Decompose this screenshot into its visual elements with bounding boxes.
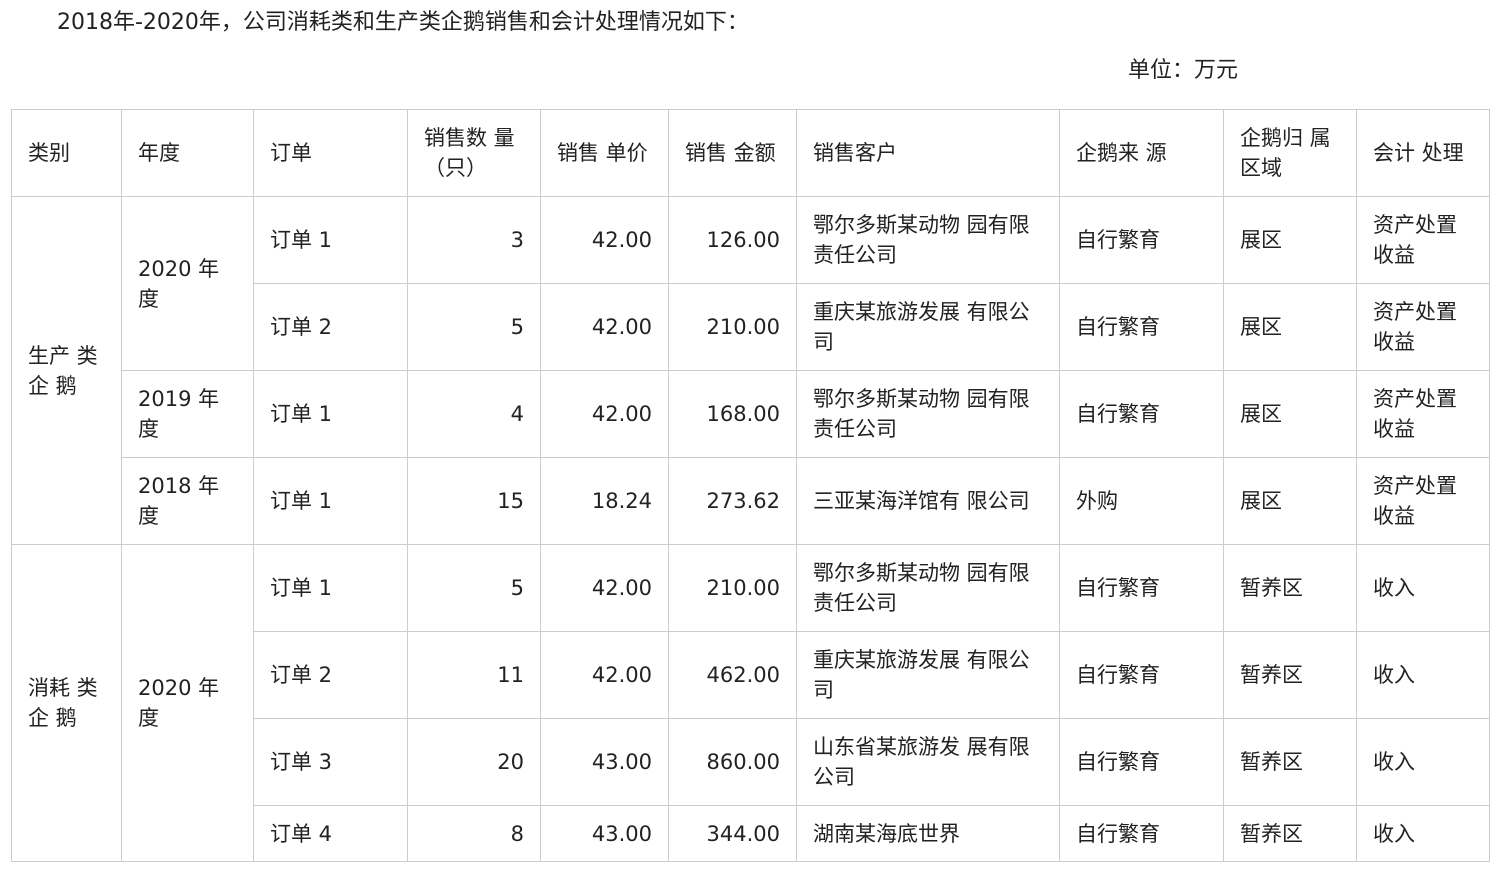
- source-cell: 自行繁育: [1059, 718, 1224, 806]
- header-year: 年度: [121, 109, 254, 197]
- quantity-cell: 11: [407, 631, 541, 719]
- table-row: 2019 年度 订单 1 4 42.00 168.00 鄂尔多斯某动物 园有限责…: [12, 370, 1490, 458]
- header-category: 类别: [11, 109, 122, 197]
- accounting-cell: 收入: [1356, 544, 1490, 632]
- region-cell: 暂养区: [1223, 718, 1357, 806]
- header-amount: 销售 金额: [668, 109, 797, 197]
- unit-price-cell: 18.24: [540, 457, 669, 545]
- unit-price-cell: 43.00: [540, 718, 669, 806]
- quantity-cell: 8: [407, 805, 541, 862]
- unit-price-cell: 42.00: [540, 544, 669, 632]
- accounting-cell: 资产处置收益: [1356, 196, 1490, 284]
- table-row: 消耗 类企 鹅 2020 年度 订单 1 5 42.00 210.00 鄂尔多斯…: [11, 544, 1490, 862]
- region-cell: 暂养区: [1223, 544, 1357, 632]
- source-cell: 自行繁育: [1059, 544, 1224, 632]
- quantity-cell: 20: [407, 718, 541, 806]
- header-quantity: 销售数 量（只）: [407, 109, 541, 197]
- region-cell: 展区: [1223, 196, 1357, 284]
- category-cell: 消耗 类企 鹅: [11, 544, 122, 862]
- accounting-cell: 资产处置收益: [1356, 283, 1490, 371]
- header-accounting: 会计 处理: [1356, 109, 1490, 197]
- customer-cell: 鄂尔多斯某动物 园有限责任公司: [796, 196, 1060, 284]
- amount-cell: 210.00: [668, 544, 797, 632]
- customer-cell: 鄂尔多斯某动物 园有限责任公司: [796, 544, 1060, 632]
- customer-cell: 山东省某旅游发 展有限公司: [796, 718, 1060, 806]
- header-region: 企鹅归 属区域: [1223, 109, 1357, 197]
- amount-cell: 462.00: [668, 631, 797, 719]
- amount-cell: 168.00: [668, 370, 797, 458]
- header-customer: 销售客户: [796, 109, 1060, 197]
- order-cell: 订单 4: [253, 805, 408, 862]
- unit-label: 单位：万元: [1128, 58, 1239, 83]
- year-cell: 2018 年度: [121, 457, 254, 545]
- intro-text: 2018年-2020年，公司消耗类和生产类企鹅销售和会计处理情况如下：: [57, 10, 749, 35]
- table-row: 生产 类企 鹅 2020 年度 订单 1 3 42.00 126.00 鄂尔多斯…: [11, 196, 1490, 545]
- amount-cell: 126.00: [668, 196, 797, 284]
- customer-cell: 重庆某旅游发展 有限公司: [796, 631, 1060, 719]
- year-cell: 2020 年度: [121, 196, 254, 371]
- amount-cell: 273.62: [668, 457, 797, 545]
- sales-table: 类别 年度 订单 销售数 量（只） 销售 单价 销售 金额 销售客户 企鹅来 源…: [11, 109, 1490, 862]
- source-cell: 自行繁育: [1059, 283, 1224, 371]
- table-row: 2018 年度 订单 1 15 18.24 273.62 三亚某海洋馆有 限公司…: [12, 457, 1490, 545]
- unit-price-cell: 42.00: [540, 370, 669, 458]
- header-unit-price: 销售 单价: [540, 109, 669, 197]
- order-cell: 订单 3: [253, 718, 408, 806]
- region-cell: 展区: [1223, 283, 1357, 371]
- unit-price-cell: 43.00: [540, 805, 669, 862]
- quantity-cell: 4: [407, 370, 541, 458]
- order-cell: 订单 1: [253, 370, 408, 458]
- accounting-cell: 资产处置收益: [1356, 370, 1490, 458]
- region-cell: 展区: [1223, 370, 1357, 458]
- order-cell: 订单 1: [253, 196, 408, 284]
- order-cell: 订单 2: [253, 283, 408, 371]
- customer-cell: 三亚某海洋馆有 限公司: [796, 457, 1060, 545]
- customer-cell: 湖南某海底世界: [796, 805, 1060, 862]
- amount-cell: 344.00: [668, 805, 797, 862]
- quantity-cell: 5: [407, 283, 541, 371]
- region-cell: 暂养区: [1223, 631, 1357, 719]
- source-cell: 自行繁育: [1059, 370, 1224, 458]
- source-cell: 外购: [1059, 457, 1224, 545]
- source-cell: 自行繁育: [1059, 631, 1224, 719]
- unit-price-cell: 42.00: [540, 631, 669, 719]
- header-order: 订单: [253, 109, 408, 197]
- accounting-cell: 收入: [1356, 718, 1490, 806]
- order-cell: 订单 1: [253, 457, 408, 545]
- customer-cell: 重庆某旅游发展 有限公司: [796, 283, 1060, 371]
- quantity-cell: 15: [407, 457, 541, 545]
- amount-cell: 210.00: [668, 283, 797, 371]
- order-cell: 订单 2: [253, 631, 408, 719]
- header-source: 企鹅来 源: [1059, 109, 1224, 197]
- region-cell: 展区: [1223, 457, 1357, 545]
- year-cell: 2020 年度: [121, 544, 254, 862]
- amount-cell: 860.00: [668, 718, 797, 806]
- accounting-cell: 收入: [1356, 805, 1490, 862]
- source-cell: 自行繁育: [1059, 805, 1224, 862]
- order-cell: 订单 1: [253, 544, 408, 632]
- customer-cell: 鄂尔多斯某动物 园有限责任公司: [796, 370, 1060, 458]
- quantity-cell: 5: [407, 544, 541, 632]
- source-cell: 自行繁育: [1059, 196, 1224, 284]
- quantity-cell: 3: [407, 196, 541, 284]
- unit-price-cell: 42.00: [540, 283, 669, 371]
- region-cell: 暂养区: [1223, 805, 1357, 862]
- accounting-cell: 收入: [1356, 631, 1490, 719]
- unit-price-cell: 42.00: [540, 196, 669, 284]
- year-cell: 2019 年度: [121, 370, 254, 458]
- category-cell: 生产 类企 鹅: [11, 196, 122, 545]
- accounting-cell: 资产处置收益: [1356, 457, 1490, 545]
- table-header-row: 类别 年度 订单 销售数 量（只） 销售 单价 销售 金额 销售客户 企鹅来 源…: [11, 109, 1490, 197]
